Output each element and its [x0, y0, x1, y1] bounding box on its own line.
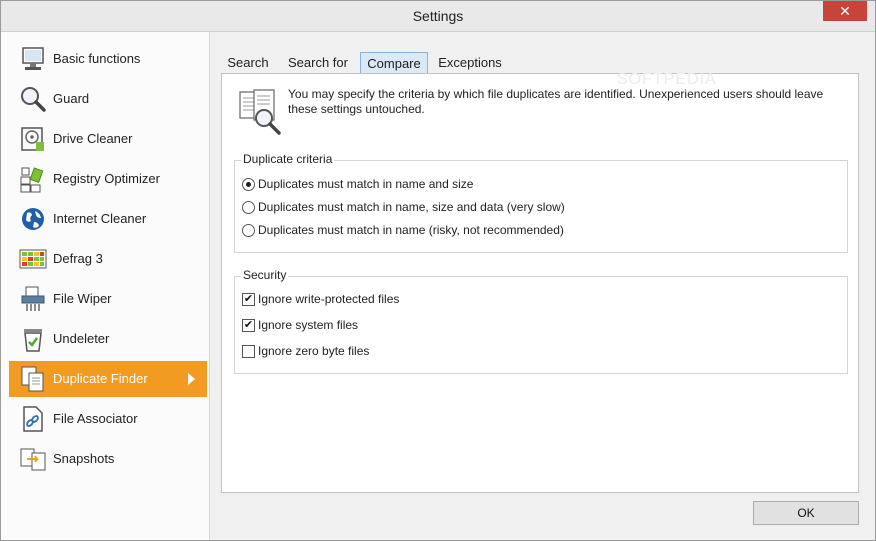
compare-panel: SOFTPEDIA You may specify the criteria b…: [221, 71, 859, 493]
tab-search[interactable]: Search: [223, 52, 273, 73]
registry-icon: [20, 167, 44, 193]
ok-button[interactable]: OK: [753, 501, 859, 525]
sidebar-item-label: Drive Cleaner: [53, 131, 133, 146]
sidebar-item-label: Defrag 3: [53, 251, 103, 266]
duplicate-files-icon: [21, 366, 44, 392]
sidebar-item-label: File Associator: [53, 411, 138, 426]
radio-button[interactable]: [242, 201, 255, 214]
tab-compare[interactable]: Compare: [360, 52, 428, 74]
shredder-icon: [21, 286, 45, 311]
checkbox[interactable]: [242, 345, 255, 358]
globe-icon: [22, 208, 44, 230]
radio-label: Duplicates must match in name (risky, no…: [258, 223, 564, 237]
checkbox-label: Ignore write-protected files: [258, 292, 400, 306]
intro-text: You may specify the criteria by which fi…: [288, 87, 824, 116]
duplicate-criteria-group: Duplicate criteria Duplicates must match…: [234, 152, 848, 253]
file-link-icon: [23, 406, 43, 432]
window-title: Settings: [412, 8, 464, 24]
monitor-icon: [22, 47, 44, 70]
checkbox[interactable]: ✔: [242, 293, 255, 306]
sidebar-item-label: Guard: [53, 91, 90, 106]
sidebar-item-snapshots[interactable]: Snapshots: [9, 441, 207, 477]
tab-search-for[interactable]: Search for: [283, 52, 353, 73]
settings-window: Settings ✕ Basic functions Guard Drive C…: [0, 0, 876, 541]
sidebar-item-guard[interactable]: Guard: [9, 81, 207, 117]
tab-exceptions[interactable]: Exceptions: [434, 52, 506, 73]
radio-label: Duplicates must match in name and size: [258, 177, 474, 191]
sidebar-item-label: File Wiper: [53, 291, 112, 306]
sidebar-item-file-wiper[interactable]: File Wiper: [9, 281, 207, 317]
sidebar-item-label: Registry Optimizer: [53, 171, 160, 186]
sidebar-item-registry-optimizer[interactable]: Registry Optimizer: [9, 161, 207, 197]
sidebar-item-label: Internet Cleaner: [53, 211, 147, 226]
group-title: Security: [241, 268, 289, 282]
radio-button[interactable]: [242, 178, 255, 191]
sidebar-item-undeleter[interactable]: Undeleter: [9, 321, 207, 357]
radio-label: Duplicates must match in name, size and …: [258, 200, 565, 214]
sidebar-item-label: Snapshots: [53, 451, 115, 466]
magnifier-icon: [21, 87, 46, 112]
radio-button[interactable]: [242, 224, 255, 237]
main-area: Search Search for Compare Exceptions SOF…: [210, 32, 875, 540]
sidebar-item-drive-cleaner[interactable]: Drive Cleaner: [9, 121, 207, 157]
sidebar-item-label: Undeleter: [53, 331, 110, 346]
close-button[interactable]: ✕: [823, 1, 867, 21]
sidebar: Basic functions Guard Drive Cleaner Regi…: [1, 32, 210, 540]
group-title: Duplicate criteria: [241, 152, 335, 166]
chevron-right-icon: [188, 373, 195, 385]
recycle-bin-icon: [24, 329, 42, 352]
title-bar: Settings ✕: [1, 1, 875, 32]
security-group: Security ✔ Ignore write-protected files …: [234, 268, 848, 374]
snapshot-icon: [20, 448, 46, 471]
sidebar-item-label: Duplicate Finder: [53, 371, 148, 386]
sidebar-item-basic-functions[interactable]: Basic functions: [9, 41, 207, 77]
defrag-icon: [19, 249, 47, 269]
sidebar-item-duplicate-finder[interactable]: Duplicate Finder: [9, 361, 207, 397]
document-search-icon: [239, 89, 281, 135]
sidebar-item-label: Basic functions: [53, 51, 141, 66]
sidebar-item-internet-cleaner[interactable]: Internet Cleaner: [9, 201, 207, 237]
checkbox[interactable]: ✔: [242, 319, 255, 332]
checkbox-label: Ignore system files: [258, 318, 359, 332]
sidebar-item-file-associator[interactable]: File Associator: [9, 401, 207, 437]
disk-icon: [21, 127, 44, 151]
sidebar-item-defrag-3[interactable]: Defrag 3: [9, 241, 207, 277]
checkbox-label: Ignore zero byte files: [258, 344, 370, 358]
